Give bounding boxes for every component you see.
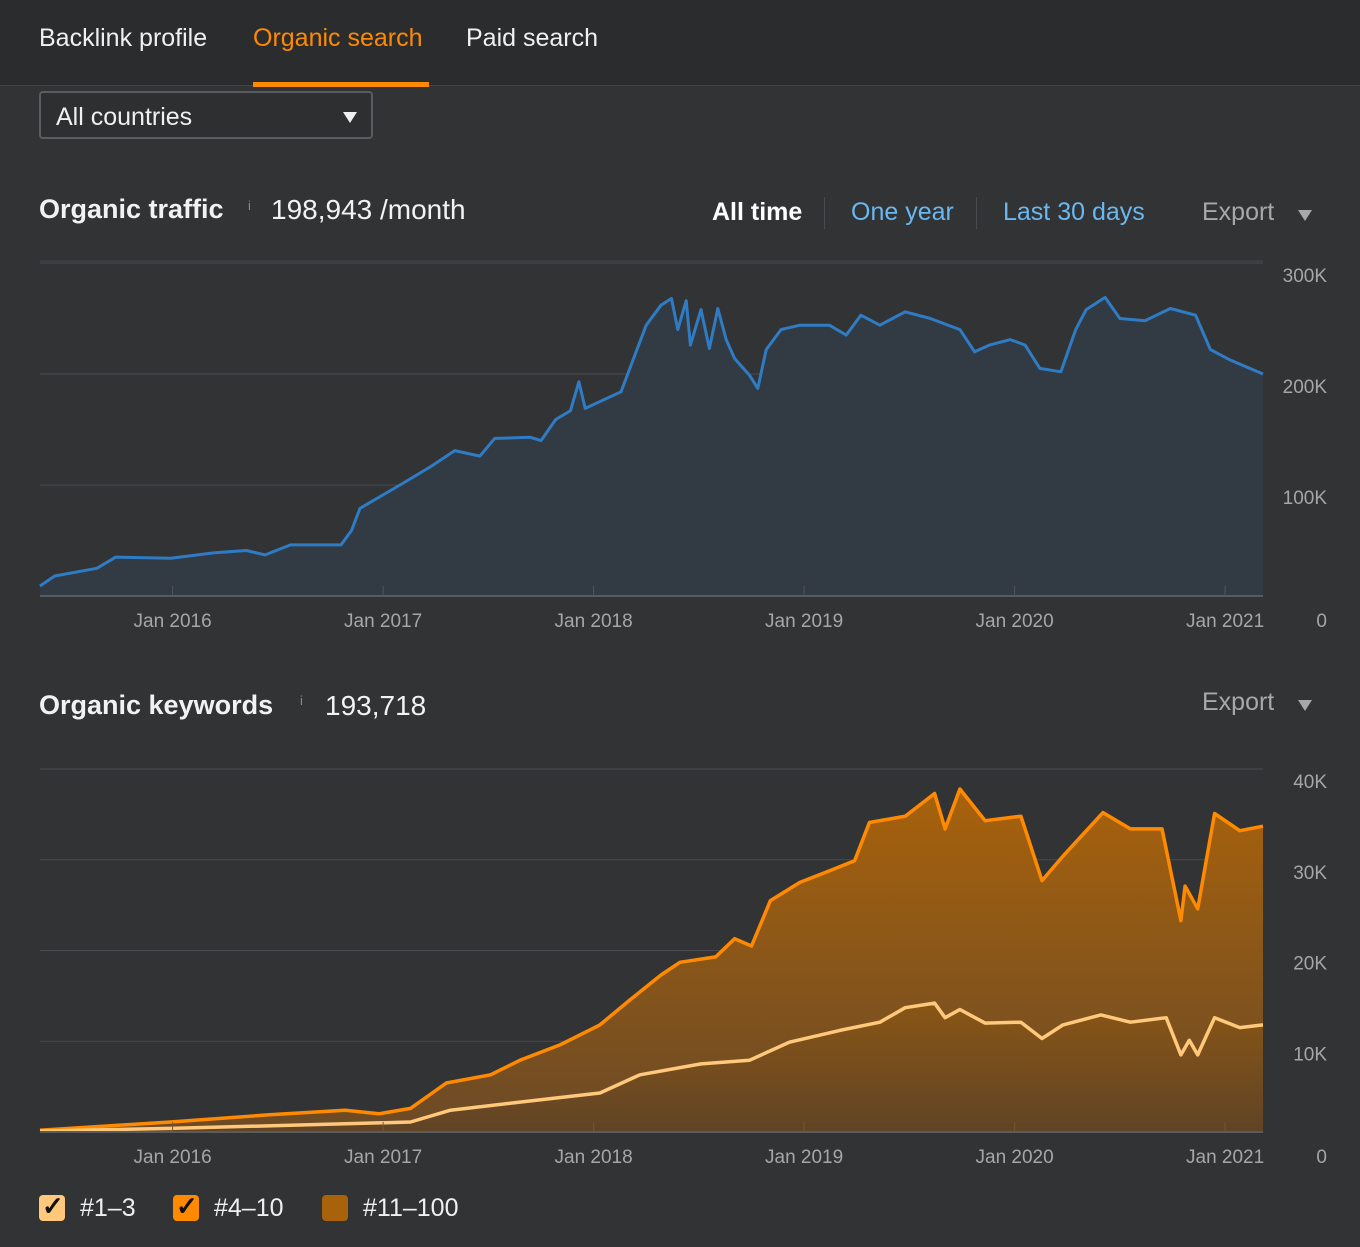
y-tick-label: 30K xyxy=(1293,863,1327,884)
x-tick-label: Jan 2020 xyxy=(976,1147,1054,1168)
x-tick-label: Jan 2020 xyxy=(976,611,1054,632)
x-tick-label: Jan 2018 xyxy=(555,1147,633,1168)
legend-checkbox[interactable]: ✓ xyxy=(173,1191,199,1221)
legend-label: #4–10 xyxy=(214,1194,284,1222)
y-tick-label: 300K xyxy=(1283,266,1328,287)
x-tick-label: Jan 2021 xyxy=(1186,1147,1264,1168)
checkmark-icon: ✓ xyxy=(176,1191,198,1221)
x-tick-label: Jan 2019 xyxy=(765,1147,843,1168)
x-tick-label: Jan 2017 xyxy=(344,1147,422,1168)
y-tick-label: 0 xyxy=(1316,611,1327,632)
y-tick-label: 0 xyxy=(1316,1147,1327,1168)
keywords-chart: 0 10K 20K 30K 40K Jan 2016 Jan 2017 Jan 2018 Jan… xyxy=(39,768,1327,1168)
y-tick-label: 200K xyxy=(1283,377,1328,398)
y-tick-label: 100K xyxy=(1283,488,1328,509)
y-tick-label: 10K xyxy=(1293,1044,1327,1065)
x-tick-label: Jan 2019 xyxy=(765,611,843,632)
charts-canvas: 0 100K 200K 300K Jan 2016 Jan 2017 Jan 2018 Jan… xyxy=(39,260,1328,1168)
traffic-chart: 0 100K 200K 300K Jan 2016 Jan 2017 Jan 2018 Jan… xyxy=(39,260,1328,632)
x-tick-label: Jan 2016 xyxy=(134,1147,212,1168)
x-tick-label: Jan 2018 xyxy=(555,611,633,632)
legend-checkbox[interactable]: ✓ xyxy=(39,1191,65,1221)
y-tick-label: 40K xyxy=(1293,772,1327,793)
x-tick-label: Jan 2016 xyxy=(134,611,212,632)
x-tick-label: Jan 2017 xyxy=(344,611,422,632)
legend-swatch[interactable] xyxy=(322,1195,348,1221)
legend-label: #11–100 xyxy=(363,1194,459,1222)
y-tick-label: 20K xyxy=(1293,954,1327,975)
x-tick-label: Jan 2021 xyxy=(1186,611,1264,632)
legend-label: #1–3 xyxy=(80,1194,136,1222)
checkmark-icon: ✓ xyxy=(42,1191,64,1221)
